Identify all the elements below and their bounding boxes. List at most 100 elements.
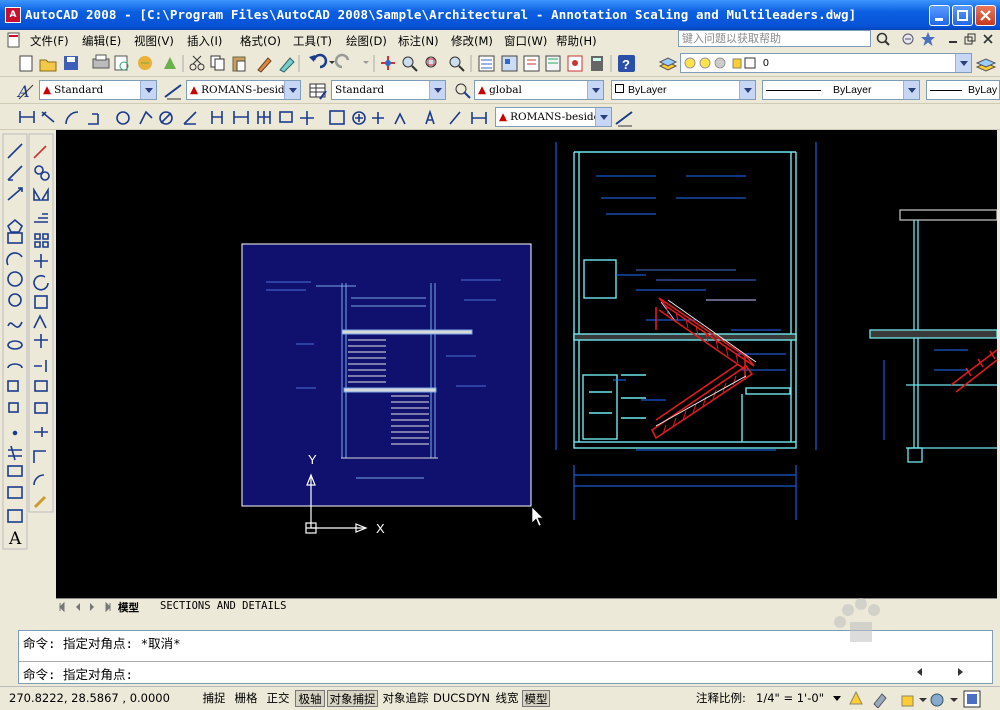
text-style-combo[interactable]: ▲ Standard: [39, 80, 157, 100]
dimension-toolbar: ▲ ROMANS-beside: [0, 104, 1000, 130]
color-control-combo[interactable]: ByLayer: [611, 80, 756, 100]
stair-red: [650, 297, 755, 440]
point-icon: [12, 430, 18, 436]
grid-toggle[interactable]: 栅格: [231, 690, 261, 707]
linetype-value: ByLayer: [833, 84, 872, 96]
lineweight-value: ByLay: [968, 84, 998, 96]
annotation-scale-dropdown-icon[interactable]: [832, 693, 842, 703]
menu-insert[interactable]: 插入(I): [187, 33, 222, 49]
tab-model[interactable]: 模型: [118, 600, 139, 615]
tab-sections-and-details[interactable]: SECTIONS AND DETAILS: [160, 600, 286, 612]
chevron-down-icon: [955, 54, 971, 72]
snap-toggle[interactable]: 捕捉: [199, 690, 229, 707]
linetype-control-combo[interactable]: ByLayer: [762, 80, 920, 100]
lineweight-control-combo[interactable]: ByLay: [926, 80, 1000, 100]
autocad-app-icon[interactable]: A: [5, 7, 21, 23]
close-button[interactable]: [975, 5, 996, 26]
match-properties-icon: [257, 57, 272, 73]
menu-view[interactable]: 视图(V): [134, 33, 174, 49]
text-style-value: Standard: [54, 84, 104, 96]
multileader-style-icon[interactable]: [453, 81, 473, 101]
sheet-set-icon: [545, 55, 561, 72]
command-history-line: 命令: 指定对角点: *取消*: [23, 636, 181, 651]
osnap-toggle[interactable]: 对象捕捉: [327, 690, 378, 707]
inspection-icon: [372, 112, 384, 124]
tolerance-icon: [329, 110, 345, 125]
annotative-triangle-icon: ▲: [499, 111, 508, 123]
clean-screen-icon[interactable]: [962, 689, 982, 709]
current-layer-name: 0: [763, 57, 769, 69]
stretch-icon: [33, 314, 47, 329]
table-style-icon[interactable]: [308, 81, 328, 101]
svg-text:?: ?: [622, 57, 630, 72]
ellipse-arc-icon: [7, 363, 23, 369]
command-prompt[interactable]: 命令: 指定对角点:: [23, 664, 133, 683]
text-style-icon[interactable]: A: [16, 81, 36, 101]
arc-icon: [6, 252, 23, 266]
fillet-icon: [33, 474, 45, 486]
doc-minimize-icon[interactable]: [946, 32, 960, 46]
radius-dimension-icon: [116, 111, 130, 125]
menu-tools[interactable]: 工具(T): [293, 33, 332, 49]
line-icon: [7, 143, 23, 159]
array-icon: [34, 233, 49, 248]
chevron-down-icon: [903, 81, 919, 99]
document-icon[interactable]: [6, 32, 22, 48]
doc-close-icon[interactable]: [981, 32, 995, 46]
menu-window[interactable]: 窗口(W): [504, 33, 547, 49]
annotation-scale-value[interactable]: 1/4" = 1'-0": [756, 690, 832, 707]
model-paper-toggle[interactable]: 模型: [522, 690, 550, 707]
menu-modify[interactable]: 修改(M): [451, 33, 493, 49]
mouse-cursor: [531, 506, 544, 527]
lineweight-toggle[interactable]: 线宽: [493, 690, 521, 707]
communication-center-icon[interactable]: [900, 31, 918, 48]
title-bar[interactable]: A AutoCAD 2008 - [C:\Program Files\AutoC…: [0, 0, 1000, 30]
multileader-style-combo[interactable]: ▲ global: [474, 80, 604, 100]
annotation-visibility-icons[interactable]: [848, 690, 898, 708]
menu-dimension[interactable]: 标注(N): [398, 33, 439, 49]
annotative-triangle-icon: ▲: [478, 84, 487, 96]
dimension-style-icon[interactable]: [163, 81, 185, 101]
favorites-star-icon[interactable]: [920, 31, 936, 48]
chevron-down-icon: [284, 81, 300, 99]
menu-draw[interactable]: 绘图(D): [346, 33, 387, 49]
menu-file[interactable]: 文件(F): [30, 33, 69, 49]
tab-navigation-icons[interactable]: [58, 601, 114, 613]
menu-format[interactable]: 格式(O): [240, 33, 281, 49]
make-object-layer-current-icon[interactable]: [974, 53, 998, 73]
dyn-toggle[interactable]: DYN: [465, 690, 491, 707]
polar-toggle[interactable]: 极轴: [295, 690, 325, 707]
dimstyle-control-combo[interactable]: ▲ ROMANS-beside: [495, 107, 612, 127]
dimension-style-combo[interactable]: ▲ ROMANS-beside: [186, 80, 301, 100]
section-dimensions: [555, 142, 817, 520]
ortho-toggle[interactable]: 正交: [263, 690, 293, 707]
search-icon[interactable]: [874, 31, 894, 48]
chamfer-icon: [33, 450, 46, 463]
circle-icon: [7, 271, 23, 287]
new-icon: [19, 55, 33, 72]
doc-restore-icon[interactable]: [963, 32, 977, 46]
plot-icon: [92, 54, 110, 69]
menu-edit[interactable]: 编辑(E): [82, 33, 121, 49]
layer-manager-icon: [658, 57, 678, 71]
trim-icon: [34, 334, 48, 348]
dimension-style-manager-icon[interactable]: [614, 108, 636, 128]
ordinate-dimension-icon: [88, 113, 99, 125]
make-block-icon: [8, 402, 19, 413]
coordinate-display[interactable]: 270.8222, 28.5867 , 0.0000: [9, 690, 170, 707]
polygon-icon: [7, 218, 23, 233]
table-style-combo[interactable]: Standard: [331, 80, 446, 100]
ducs-toggle[interactable]: DUCS: [433, 690, 466, 707]
copy-icon: [210, 55, 225, 71]
layer-control-combo[interactable]: 0: [680, 53, 972, 73]
multileader-style-value: global: [489, 84, 522, 96]
model-space-canvas[interactable]: Y X: [56, 130, 997, 598]
menu-help[interactable]: 帮助(H): [556, 33, 597, 49]
maximize-button[interactable]: [952, 5, 973, 26]
design-center-icon: [501, 55, 518, 72]
minimize-button[interactable]: [929, 5, 950, 26]
otrack-toggle[interactable]: 对象追踪: [380, 690, 431, 707]
tray-settings-icon: [930, 693, 944, 707]
help-search-input[interactable]: 键入问题以获取帮助: [678, 30, 871, 47]
dimstyle-value: ROMANS-beside: [510, 111, 600, 123]
